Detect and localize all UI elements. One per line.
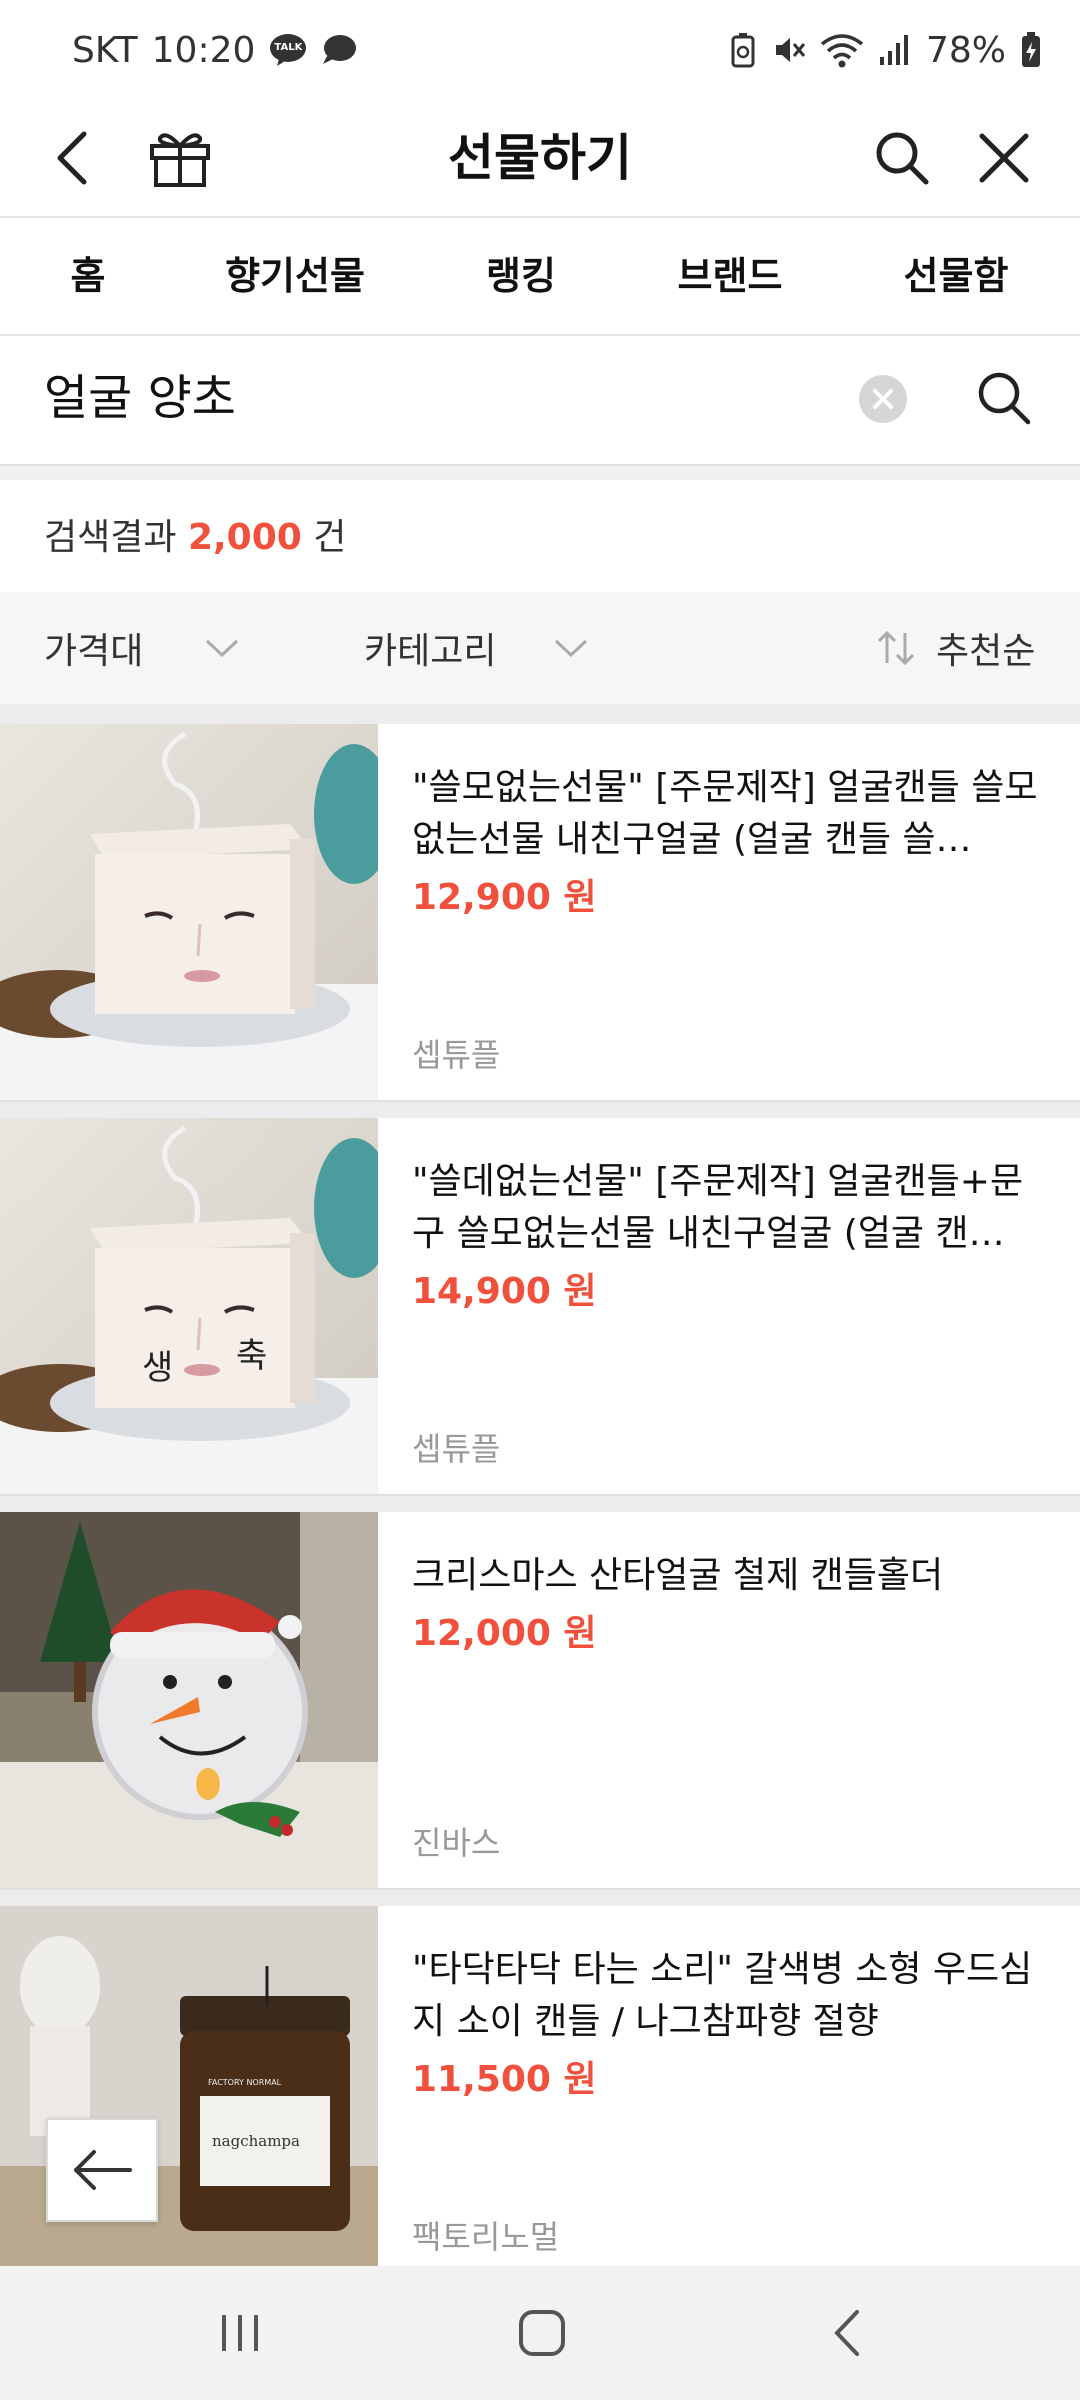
filter-bar: 가격대 카테고리 추천순 [0,592,1080,704]
status-right: 78% [730,30,1042,71]
home-button[interactable] [502,2296,582,2370]
battery-saver-icon [730,32,756,68]
clock-time: 10:20 [151,29,256,71]
gift-button[interactable] [144,122,216,194]
product-seller[interactable]: 진바스 [412,1818,500,1864]
system-back-button[interactable] [806,2296,886,2370]
jar-label-top: FACTORY NORMAL [208,2078,282,2087]
chevron-left-icon [834,2310,859,2356]
image-text-left: 생 [142,1348,174,1388]
battery-percent: 78% [925,29,1006,71]
tab-scent-gift-label: 향기선물 [225,254,365,298]
search-bar: 얼굴 양초 [0,336,1080,464]
price-filter-label: 가격대 [44,631,144,672]
wifi-icon [820,32,864,68]
product-seller[interactable]: 셉튜플 [412,1030,500,1076]
arrow-left-icon [74,2150,132,2190]
app-header: 선물하기 [0,100,1080,218]
gift-icon [150,133,210,187]
header-search-button[interactable] [866,122,938,194]
back-button[interactable] [36,122,108,194]
price-filter[interactable]: 가격대 [44,592,239,704]
talk-badge-text: TALK [274,42,303,53]
clear-icon [859,375,907,423]
result-number: 2,000 [187,517,302,558]
product-price: 14,900 원 [412,1271,597,1312]
close-button[interactable] [968,122,1040,194]
sort-label: 추천순 [936,631,1036,672]
product-item[interactable]: 생 축 "쓸데없는선물" [주문제작] 얼굴캔들+문구 쓸모없는선물 내친구얼굴… [0,1118,1080,1494]
product-price: 12,000 원 [412,1613,597,1654]
product-price: 11,500 원 [412,2059,597,2100]
tab-brand[interactable]: 브랜드 [650,218,810,334]
search-icon [978,372,1031,425]
sort-icon [877,630,915,666]
floating-back-button[interactable] [46,2118,158,2222]
category-filter-label: 카테고리 [364,631,497,672]
item-divider [0,1494,1080,1512]
product-seller[interactable]: 팩토리노멀 [412,2212,559,2258]
product-title[interactable]: "타닥타닥 타는 소리" 갈색병 소형 우드심지 소이 캔들 / 나그참파향 절… [412,1944,1042,2048]
chevron-left-icon [57,131,87,185]
home-icon [519,2310,565,2356]
chevron-down-icon [206,639,239,658]
category-filter[interactable]: 카테고리 [364,592,588,704]
result-count: 검색결과 2,000 건 [44,508,346,568]
image-text-right: 축 [236,1336,268,1376]
product-item[interactable]: "쓸모없는선물" [주문제작] 얼굴캔들 쓸모없는선물 내친구얼굴 (얼굴 캔들… [0,724,1080,1100]
list-top-divider [0,704,1080,724]
jar-label: nagchampa [212,2132,300,2150]
section-divider [0,464,1080,480]
clear-search-button[interactable] [858,374,908,424]
tab-scent-gift[interactable]: 향기선물 [210,218,380,334]
close-icon [979,133,1029,183]
product-item[interactable]: 크리스마스 산타얼굴 철제 캔들홀더 12,000 원 진바스 [0,1512,1080,1888]
battery-charging-icon [1020,31,1042,69]
mute-icon [770,32,806,68]
tab-home[interactable]: 홈 [30,218,146,334]
talk-notification-icon: TALK [269,33,307,67]
status-bar: SKT 10:20 TALK 78% [0,0,1080,100]
product-title[interactable]: "쓸데없는선물" [주문제작] 얼굴캔들+문구 쓸모없는선물 내친구얼굴 (얼굴… [412,1156,1042,1260]
product-seller[interactable]: 셉튜플 [412,1424,500,1470]
search-submit-button[interactable] [976,370,1036,430]
system-nav-bar [0,2266,1080,2400]
tab-bar: 홈 향기선물 랭킹 브랜드 선물함 [0,218,1080,480]
item-divider [0,1100,1080,1118]
result-suffix: 건 [313,517,347,558]
search-input[interactable]: 얼굴 양초 [44,366,236,430]
recents-button[interactable] [200,2296,280,2370]
search-icon [876,132,929,185]
result-prefix: 검색결과 [44,517,177,558]
face-candle-image[interactable] [0,724,378,1100]
product-item[interactable]: FACTORY NORMAL nagchampa "타닥타닥 타는 소리" 갈색… [0,1906,1080,2266]
tab-ranking[interactable]: 랭킹 [456,218,586,334]
carrier-label: SKT [72,29,138,71]
tab-gift-box[interactable]: 선물함 [876,218,1036,334]
item-divider [0,1888,1080,1906]
chevron-down-icon [555,639,588,658]
status-left: SKT 10:20 TALK [72,30,357,71]
recents-icon [222,2315,258,2351]
face-candle-text-image[interactable]: 생 축 [0,1118,378,1494]
product-title[interactable]: "쓸모없는선물" [주문제작] 얼굴캔들 쓸모없는선물 내친구얼굴 (얼굴 캔들… [412,762,1042,866]
sort-button[interactable]: 추천순 [876,592,1035,704]
product-title[interactable]: 크리스마스 산타얼굴 철제 캔들홀더 [412,1550,1042,1602]
product-price: 12,900 원 [412,877,597,918]
signal-icon [878,33,912,67]
chat-bubble-icon [321,34,357,66]
snowman-candle-holder-image[interactable] [0,1512,378,1888]
